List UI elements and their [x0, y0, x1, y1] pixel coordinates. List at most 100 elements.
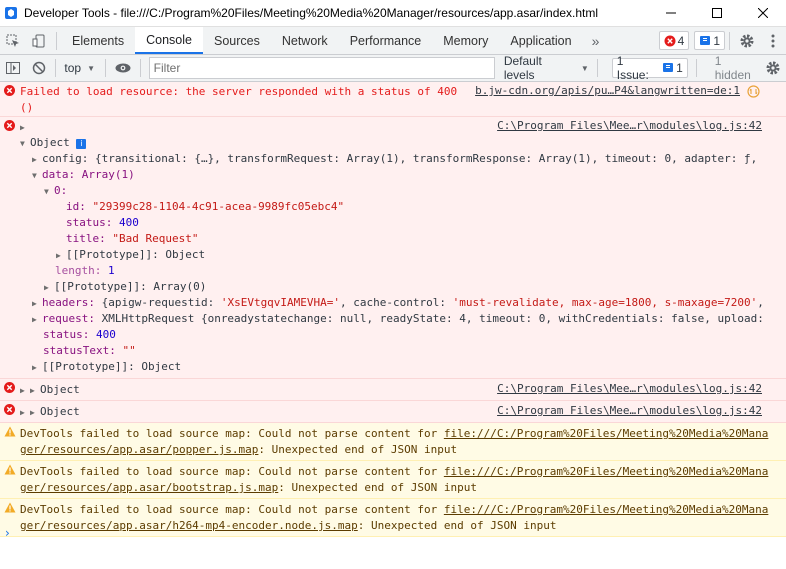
expand-arrow-icon[interactable]: ▶ — [30, 405, 40, 421]
log-levels-label: Default levels — [503, 54, 542, 82]
collapse-arrow-icon[interactable]: ▼ — [32, 168, 42, 184]
inspect-element-button[interactable] — [0, 28, 26, 54]
prop-id: id: "29399c28-1104-4c91-acea-9989fc05ebc… — [0, 199, 786, 215]
prop-prototype[interactable]: ▶ [[Prototype]]: Array(0) — [0, 279, 786, 295]
source-link[interactable]: C:\Program Files\Mee…r\modules\log.js:42 — [497, 404, 762, 417]
divider — [596, 59, 598, 77]
source-map-link[interactable]: ger/resources/app.asar/bootstrap.js.map — [20, 481, 278, 494]
data-value: data: Array(1) — [42, 168, 135, 181]
console-error-message: ▶ ▶ Object C:\Program Files\Mee…r\modules\… — [0, 379, 786, 401]
toggle-sidebar-button[interactable] — [0, 55, 26, 81]
clear-console-button[interactable] — [26, 55, 52, 81]
key-label: request: — [42, 312, 95, 325]
device-icon — [32, 34, 45, 47]
maximize-button[interactable] — [694, 0, 740, 26]
filter-input[interactable] — [148, 57, 495, 79]
sidebar-icon — [5, 62, 20, 74]
log-levels-dropdown[interactable]: Default levels ▼ — [504, 54, 589, 82]
device-toolbar-button[interactable] — [26, 28, 52, 54]
settings-button[interactable] — [734, 28, 760, 54]
tab-performance[interactable]: Performance — [339, 27, 433, 54]
tab-memory[interactable]: Memory — [432, 27, 499, 54]
source-link[interactable]: C:\Program Files\Mee…r\modules\log.js:42 — [497, 119, 762, 132]
source-map-link[interactable]: file:///C:/Program%20Files/Meeting%20Med… — [444, 465, 769, 478]
source-map-link[interactable]: ger/resources/app.asar/popper.js.map — [20, 443, 258, 456]
expand-arrow-icon[interactable]: ▶ — [44, 280, 54, 296]
prop-statustext: statusText: "" — [0, 343, 786, 359]
clear-icon — [32, 61, 45, 75]
expand-arrow-icon[interactable]: ▶ — [32, 296, 42, 311]
prop-title: title: "Bad Request" — [0, 231, 786, 247]
source-link[interactable]: C:\Program Files\Mee…r\modules\log.js:42 — [497, 382, 762, 395]
window-title: Developer Tools - file:///C:/Program%20F… — [24, 6, 599, 20]
prop-prototype[interactable]: ▶ [[Prototype]]: Object — [0, 359, 786, 375]
live-expression-button[interactable] — [110, 55, 136, 81]
prompt-chevron-icon: › — [5, 526, 10, 540]
expand-arrow-icon[interactable]: ▶ — [30, 383, 40, 399]
tab-application[interactable]: Application — [499, 27, 582, 54]
source-map-link[interactable]: file:///C:/Program%20Files/Meeting%20Med… — [444, 427, 769, 440]
prop-headers[interactable]: ▶ headers: {apigw-requestid: 'XsEVtgqvIAM… — [0, 295, 766, 311]
divider — [105, 59, 106, 77]
issues-button[interactable]: 1 Issue: 1 — [611, 54, 688, 82]
expand-arrow-icon[interactable]: ▶ — [32, 312, 42, 327]
prop-data-0[interactable]: ▼ 0: — [0, 183, 786, 199]
headers-text: , cache-control: — [340, 296, 453, 309]
gear-icon — [740, 34, 754, 47]
chevron-double-right-icon: » — [591, 32, 600, 49]
prop-config[interactable]: ▶ config: {transitional: {…}, transformRe… — [0, 151, 762, 167]
divider — [56, 31, 57, 50]
error-icon — [664, 35, 676, 46]
expand-arrow-icon[interactable]: ▶ — [32, 152, 42, 167]
console-settings-button[interactable] — [760, 55, 786, 81]
source-map-link[interactable]: ger/resources/app.asar/h264-mp4-encoder.… — [20, 519, 358, 532]
console-warning-message: DevTools failed to load source map: Coul… — [0, 423, 786, 461]
object-root[interactable]: ▼ Object i — [0, 135, 786, 151]
source-map-link[interactable]: file:///C:/Program%20Files/Meeting%20Med… — [444, 503, 769, 516]
issues-label: 1 Issue: — [616, 54, 649, 82]
collapse-arrow-icon[interactable]: ▼ — [44, 184, 54, 200]
source-link[interactable]: b.jw-cdn.org/apis/pu…P4&langwritten=de:1 — [475, 84, 740, 97]
expand-arrow-icon[interactable]: ▶ — [20, 383, 30, 399]
expand-arrow-icon[interactable]: ▶ — [56, 248, 66, 264]
info-count-badge[interactable]: 1 — [694, 31, 725, 50]
prop-request[interactable]: ▶ request: XMLHttpRequest {onreadystatech… — [0, 311, 766, 327]
tab-elements[interactable]: Elements — [61, 27, 135, 54]
expand-arrow-icon[interactable]: ▶ — [32, 360, 42, 376]
tab-network[interactable]: Network — [271, 27, 339, 54]
headers-text: {apigw-requestid: — [94, 296, 221, 309]
prop-data[interactable]: ▼ data: Array(1) — [0, 167, 786, 183]
error-count: 4 — [677, 33, 685, 48]
config-value: config: {transitional: {…}, transformReq… — [42, 152, 762, 165]
issues-count: 1 — [676, 61, 683, 75]
more-options-button[interactable] — [760, 28, 786, 54]
console-prompt[interactable]: › — [5, 526, 10, 540]
warning-text: DevTools failed to load source map: Coul… — [20, 465, 444, 478]
error-count-badge[interactable]: 4 — [658, 31, 690, 50]
inspect-icon — [6, 34, 19, 47]
expand-arrow-icon[interactable]: ▶ — [20, 405, 30, 421]
tab-console[interactable]: Console — [135, 27, 203, 54]
prop-status: status: 400 — [0, 327, 786, 343]
prototype-value: [[Prototype]]: Array(0) — [54, 280, 207, 293]
hidden-count: 1 hidden — [714, 54, 751, 82]
info-icon: i — [76, 139, 87, 149]
context-selector[interactable]: top ▼ — [64, 61, 95, 75]
minimize-button[interactable] — [648, 0, 694, 26]
network-request-icon[interactable] — [747, 85, 760, 98]
divider — [55, 59, 57, 77]
console-messages: Failed to load resource: the server resp… — [0, 82, 786, 537]
id-value: "29399c28-1104-4c91-acea-9989fc05ebc4" — [92, 200, 345, 213]
more-tabs-button[interactable]: » — [583, 28, 609, 54]
error-icon — [4, 404, 15, 415]
prototype-value: [[Prototype]]: Object — [42, 360, 182, 373]
error-icon — [4, 120, 15, 131]
warning-text: : Unexpected end of JSON input — [258, 443, 458, 456]
tab-sources[interactable]: Sources — [203, 27, 271, 54]
collapse-arrow-icon[interactable]: ▼ — [20, 136, 30, 152]
close-window-button[interactable] — [740, 0, 786, 26]
expand-arrow-icon[interactable]: ▶ — [20, 120, 30, 136]
headers-text: , — [757, 296, 764, 309]
prop-prototype[interactable]: ▶ [[Prototype]]: Object — [0, 247, 786, 263]
dropdown-arrow-icon: ▼ — [580, 63, 589, 73]
